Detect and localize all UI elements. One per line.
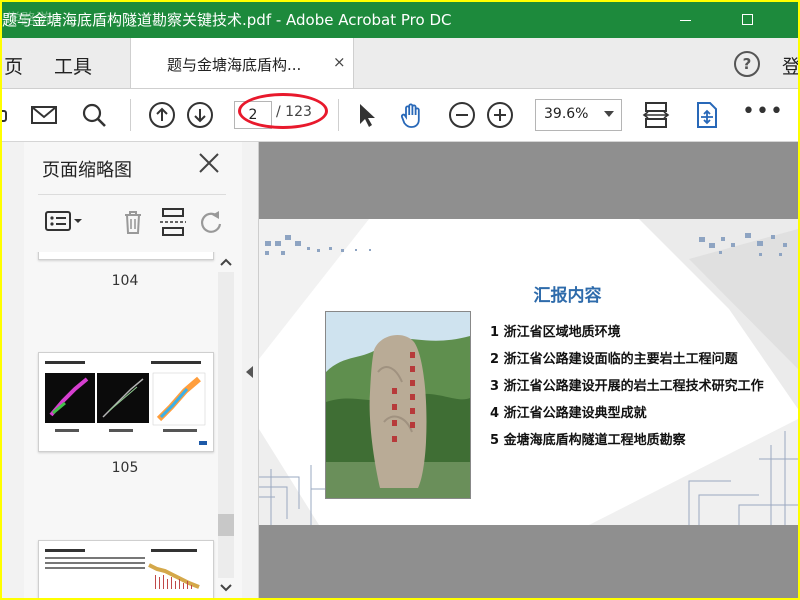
agenda-item: 4 浙江省公路建设典型成就 (490, 406, 647, 421)
thumbnail-preview (45, 549, 200, 589)
print-icon[interactable] (2, 101, 10, 129)
toolbar-divider (130, 99, 131, 131)
select-cursor-icon[interactable] (352, 101, 380, 129)
thumbnails-panel: 页面缩略图 104 105 (24, 142, 242, 598)
insert-page-icon[interactable] (158, 207, 188, 237)
zoom-select[interactable]: 39.6% (535, 99, 622, 131)
panel-toolbar (38, 194, 226, 247)
email-icon[interactable] (30, 101, 58, 129)
thumbnail-page-106[interactable] (38, 540, 214, 598)
agenda-item: 1 浙江省区域地质环境 (490, 325, 621, 340)
panel-title: 页面缩略图 (42, 160, 132, 181)
panel-collapse-handle[interactable] (242, 142, 259, 598)
thumbnail-scrollbar[interactable] (216, 252, 236, 598)
minimize-button[interactable] (658, 2, 714, 38)
hand-tool-icon[interactable] (398, 101, 426, 129)
previous-page-icon[interactable] (148, 101, 176, 129)
tab-bar: 页 工具 题与金塘海底盾构... × ? 登 (2, 38, 798, 89)
window-title: 题与金塘海底盾构隧道勘察关键技术.pdf - Adobe Acrobat Pro… (2, 11, 452, 29)
scroll-up-icon[interactable] (216, 252, 236, 272)
agenda-item: 3 浙江省公路建设开展的岩土工程技术研究工作 (490, 379, 764, 394)
fit-page-icon[interactable] (642, 101, 670, 129)
help-icon[interactable]: ? (734, 51, 760, 77)
next-page-icon[interactable] (186, 101, 214, 129)
tab-document[interactable]: 题与金塘海底盾构... × (130, 38, 354, 88)
thumbnail-page-number: 104 (111, 273, 139, 289)
acrobat-window: 题与金塘海底盾构隧道勘察关键技术.pdf - Adobe Acrobat Pro… (2, 2, 798, 598)
scroll-thumb[interactable] (218, 514, 234, 536)
red-annotation-circle (238, 93, 328, 129)
pdf-page-slide: 汇报内容 1 浙江省区域地质环境 2 浙江省公路建设面临的主要岩土工程问题 3 … (259, 219, 798, 525)
trash-icon[interactable] (118, 207, 148, 237)
scroll-down-icon[interactable] (216, 578, 236, 598)
panel-close-icon[interactable] (196, 150, 222, 176)
more-options-icon[interactable]: ••• (742, 99, 784, 124)
thumbnail-page-104[interactable] (38, 252, 214, 260)
zoom-out-icon[interactable] (448, 101, 476, 129)
document-tab-label: 题与金塘海底盾构... (167, 56, 302, 74)
tab-tools[interactable]: 工具 (54, 52, 92, 79)
thumbnail-page-number: 105 (111, 460, 139, 476)
signin-button[interactable]: 登 (782, 52, 798, 79)
slide-title: 汇报内容 (533, 286, 602, 306)
thumbnail-list: 104 105 (24, 252, 242, 598)
title-bar: 题与金塘海底盾构隧道勘察关键技术.pdf - Adobe Acrobat Pro… (2, 2, 798, 38)
minimize-icon (680, 20, 691, 21)
zoom-value: 39.6% (544, 106, 589, 122)
full-screen-icon[interactable] (692, 101, 720, 129)
maximize-button[interactable] (720, 2, 776, 38)
toolbar-divider (338, 99, 339, 131)
thumbnail-page-105[interactable] (38, 352, 214, 452)
rotate-icon[interactable] (196, 207, 226, 237)
agenda-item: 5 金塘海底盾构隧道工程地质勘察 (490, 433, 686, 448)
thumbnail-options-icon[interactable] (44, 207, 84, 237)
agenda-item: 2 浙江省公路建设面临的主要岩土工程问题 (490, 352, 738, 367)
agenda-list: 1 浙江省区域地质环境 2 浙江省公路建设面临的主要岩土工程问题 3 浙江省公路… (490, 319, 764, 454)
search-icon[interactable] (80, 101, 108, 129)
document-viewer[interactable]: 汇报内容 1 浙江省区域地质环境 2 浙江省公路建设面临的主要岩土工程问题 3 … (259, 142, 798, 598)
maximize-icon (742, 14, 753, 25)
zoom-in-icon[interactable] (486, 101, 514, 129)
thumbnail-preview (45, 361, 207, 445)
watermark-text: 学路游 (6, 10, 52, 28)
collapse-arrow-icon (246, 366, 253, 378)
chevron-down-icon (604, 111, 614, 117)
toolbar: 2 / 123 39.6% ••• (2, 89, 798, 142)
stone-monument-photo (325, 311, 471, 499)
tab-home[interactable]: 页 (4, 52, 23, 79)
left-nav-strip (2, 142, 25, 598)
tab-close-icon[interactable]: × (333, 53, 346, 71)
